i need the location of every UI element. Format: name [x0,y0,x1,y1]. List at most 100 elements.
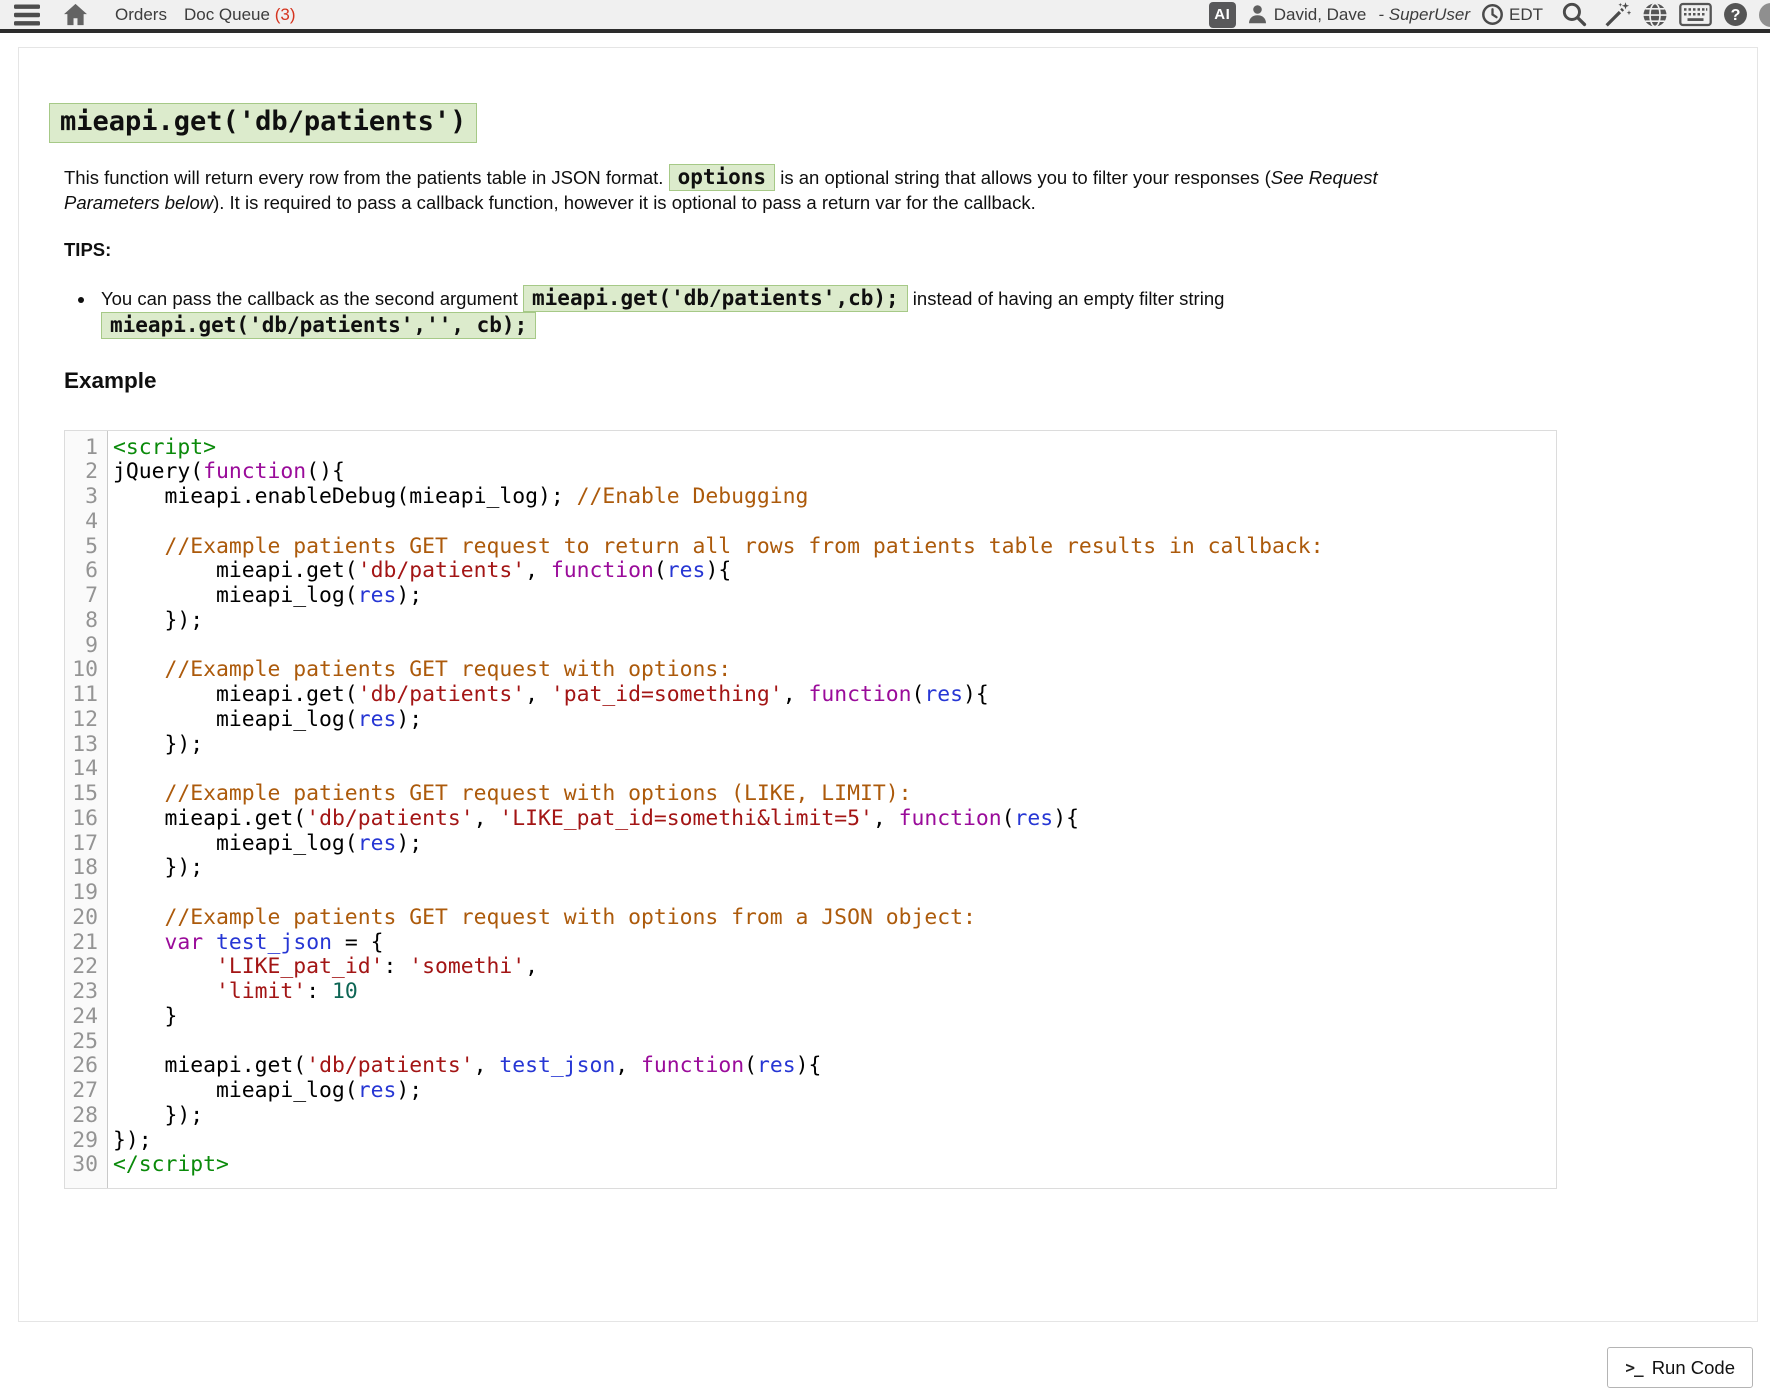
nav-doc-queue[interactable]: Doc Queue (3) [184,5,296,25]
line-number: 22 [65,955,107,980]
tip-text-1: You can pass the callback as the second … [101,288,523,309]
code-text: var test_json = { [107,931,383,956]
tip-item: You can pass the callback as the second … [96,285,1556,339]
code-line: 17 mieapi_log(res); [65,832,1556,857]
line-number: 19 [65,881,107,906]
code-text [107,757,126,782]
intro-italic-1: See Request [1271,167,1378,188]
intro-paragraph: This function will return every row from… [64,165,1559,215]
line-number: 18 [65,856,107,881]
tips-heading: TIPS: [64,239,1757,261]
user-role: - SuperUser [1378,5,1470,25]
line-number: 1 [65,436,107,461]
keyboard-button[interactable] [1679,2,1712,27]
code-text: }); [107,733,203,758]
line-number: 28 [65,1104,107,1129]
code-line: 15 //Example patients GET request with o… [65,782,1556,807]
home-button[interactable] [63,3,88,26]
language-button[interactable] [1642,2,1668,28]
topbar-right: AI David, Dave - SuperUser EDT [1209,1,1770,29]
code-text: } [107,1005,177,1030]
line-number: 23 [65,980,107,1005]
line-number: 26 [65,1054,107,1079]
tips-list: You can pass the callback as the second … [64,285,1556,339]
code-line: 14 [65,757,1556,782]
code-line: 5 //Example patients GET request to retu… [65,535,1556,560]
line-number: 6 [65,559,107,584]
code-line: 3 mieapi.enableDebug(mieapi_log); //Enab… [65,485,1556,510]
terminal-prompt-icon: >_ [1625,1358,1642,1377]
doc-panel: mieapi.get('db/patients') This function … [18,47,1758,1322]
code-text: 'limit': 10 [107,980,358,1005]
svg-text:?: ? [1731,6,1741,24]
code-text: }); [107,1129,152,1154]
code-text: }); [107,609,203,634]
page-title: mieapi.get('db/patients') [49,103,477,143]
code-line: 21 var test_json = { [65,931,1556,956]
line-number: 15 [65,782,107,807]
code-line: 25 [65,1030,1556,1055]
run-code-button[interactable]: >_ Run Code [1607,1347,1753,1388]
code-line: 13 }); [65,733,1556,758]
line-number: 24 [65,1005,107,1030]
intro-text-3: ). It is required to pass a callback fun… [213,192,1036,213]
line-number: 12 [65,708,107,733]
line-number: 8 [65,609,107,634]
code-line: 6 mieapi.get('db/patients', function(res… [65,559,1556,584]
inline-code-tip-2: mieapi.get('db/patients','', cb); [101,312,536,339]
code-text: mieapi_log(res); [107,832,422,857]
code-example: 1<script>2jQuery(function(){3 mieapi.ena… [64,430,1557,1190]
code-line: 30</script> [65,1153,1556,1178]
code-line: 27 mieapi_log(res); [65,1079,1556,1104]
clock-icon [1481,3,1504,26]
edge-button[interactable] [1759,3,1770,27]
code-line: 11 mieapi.get('db/patients', 'pat_id=som… [65,683,1556,708]
line-number: 9 [65,634,107,659]
code-text: }); [107,1104,203,1129]
code-line: 20 //Example patients GET request with o… [65,906,1556,931]
code-text: <script> [107,436,216,461]
intro-text-2: is an optional string that allows you to… [775,167,1271,188]
line-number: 27 [65,1079,107,1104]
search-button[interactable] [1561,1,1588,28]
code-lines: 1<script>2jQuery(function(){3 mieapi.ena… [65,436,1556,1179]
code-text: mieapi.enableDebug(mieapi_log); //Enable… [107,485,808,510]
inline-code-options: options [669,164,776,191]
menu-button[interactable] [14,4,40,26]
doc-queue-count-badge: (3) [275,5,296,24]
search-icon [1561,1,1588,28]
code-line: 22 'LIKE_pat_id': 'somethi', [65,955,1556,980]
hamburger-icon [14,4,40,26]
user-name: David, Dave [1274,5,1367,25]
code-line: 8 }); [65,609,1556,634]
line-number: 20 [65,906,107,931]
code-line: 1<script> [65,436,1556,461]
line-number: 11 [65,683,107,708]
example-heading: Example [64,368,1757,394]
code-text: </script> [107,1153,229,1178]
help-icon: ? [1723,2,1748,27]
code-text [107,1030,126,1055]
code-text: mieapi_log(res); [107,708,422,733]
topbar: Orders Doc Queue (3) AI David, Dave - Su… [0,0,1770,33]
code-text: mieapi.get('db/patients', function(res){ [107,559,731,584]
code-line: 7 mieapi_log(res); [65,584,1556,609]
timezone-button[interactable]: EDT [1481,3,1543,26]
code-line: 28 }); [65,1104,1556,1129]
help-button[interactable]: ? [1723,2,1748,27]
tip-text-2: instead of having an empty filter string [908,288,1225,309]
code-line: 24 } [65,1005,1556,1030]
tools-button[interactable] [1603,1,1631,29]
code-line: 19 [65,881,1556,906]
code-text: mieapi.get('db/patients', test_json, fun… [107,1054,821,1079]
code-text: mieapi_log(res); [107,1079,422,1104]
nav-orders[interactable]: Orders [115,5,167,25]
code-line: 9 [65,634,1556,659]
line-number: 10 [65,658,107,683]
user-menu[interactable]: David, Dave - SuperUser [1247,4,1470,25]
intro-text-1: This function will return every row from… [64,167,669,188]
line-number: 2 [65,460,107,485]
line-number: 3 [65,485,107,510]
ai-badge-button[interactable]: AI [1209,2,1236,28]
code-text: mieapi.get('db/patients', 'pat_id=someth… [107,683,989,708]
